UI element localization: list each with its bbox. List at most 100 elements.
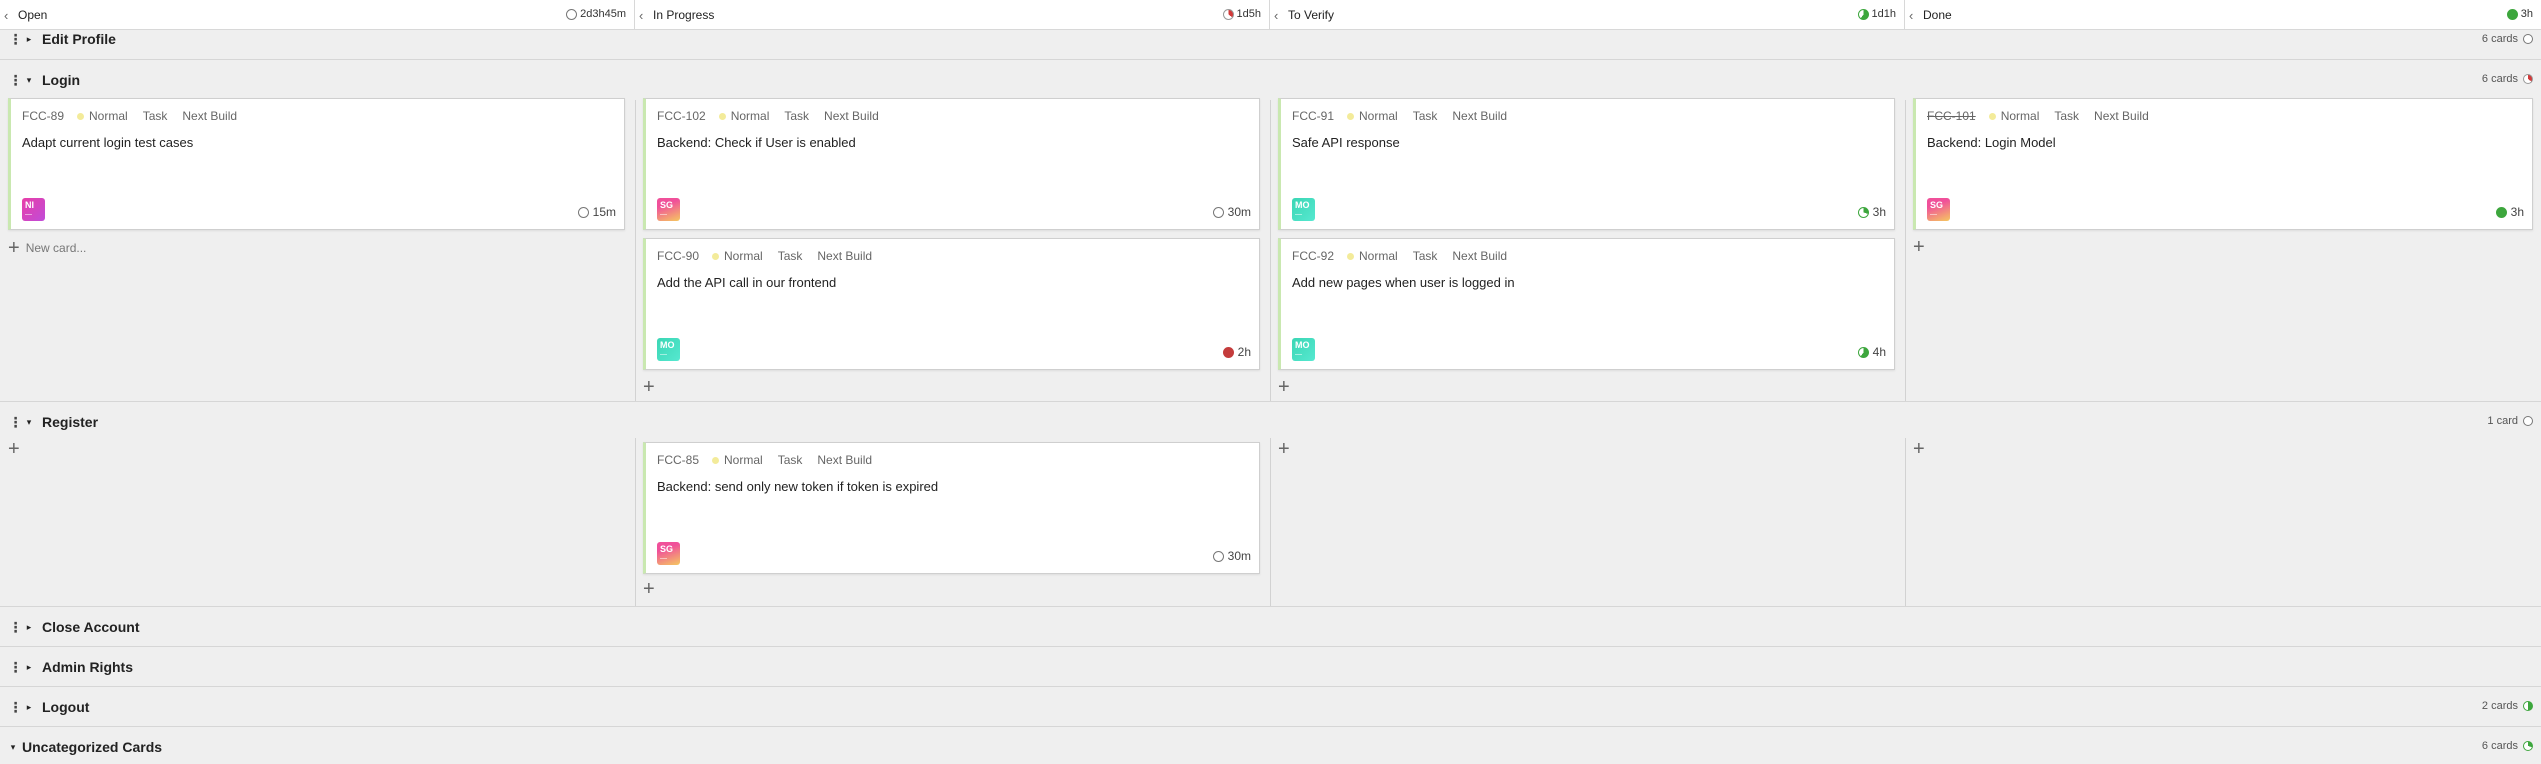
add-card-plus-icon[interactable]: + [1278, 377, 1290, 397]
card-title: Add new pages when user is logged in [1292, 275, 1515, 290]
card-count-label: 6 cards [2481, 73, 2518, 85]
card-fcc-92[interactable]: FCC-92 Normal Task Next Build Add new pa… [1278, 238, 1895, 370]
swimlane-header[interactable]: ⋮ ▸ Admin Rights [0, 647, 2541, 687]
swimlane-header[interactable]: ⋮ ▸ Logout [0, 687, 2541, 727]
add-card-plus-icon[interactable]: + [643, 579, 655, 599]
card-estimate: 15m [577, 205, 616, 219]
avatar[interactable]: MO — [1292, 198, 1315, 221]
card-sprint: Next Build [817, 249, 873, 263]
avatar[interactable]: SG — [657, 198, 680, 221]
card-sprint: Next Build [2094, 109, 2149, 123]
swimlane-header[interactable]: ⋮ ▾ Register [0, 402, 2541, 442]
estimate-value: 30m [1227, 205, 1251, 219]
card-priority: Normal [1359, 249, 1398, 263]
card-key[interactable]: FCC-92 [1292, 249, 1334, 263]
swimlane-title: Register [42, 414, 99, 430]
swimlane-header[interactable]: ▾ Uncategorized Cards [0, 727, 2541, 764]
column-title: Done [1923, 8, 1952, 22]
collapse-column-icon[interactable]: ‹ [639, 8, 653, 23]
avatar[interactable]: SG — [657, 542, 680, 565]
swimlane-header[interactable]: ⋮ ▾ Login [0, 60, 2541, 100]
card-count-label: 2 cards [2481, 700, 2518, 712]
add-card-plus-icon[interactable]: + [8, 439, 20, 459]
collapse-column-icon[interactable]: ‹ [1909, 8, 1923, 23]
new-card-button[interactable]: + New card... [8, 237, 87, 259]
card-key[interactable]: FCC-89 [22, 109, 64, 123]
progress-ring-icon [577, 206, 589, 218]
expand-icon[interactable]: ▸ [22, 622, 36, 633]
card-type: Task [1412, 109, 1438, 123]
avatar-sub-icon: — [1295, 351, 1302, 358]
add-card-plus-icon[interactable]: + [643, 377, 655, 397]
expand-icon[interactable]: ▸ [22, 702, 36, 713]
column-to-verify[interactable]: ‹ To Verify 1d1h [1270, 0, 1905, 30]
add-card-plus-icon[interactable]: + [1913, 237, 1925, 257]
column-title: Open [18, 8, 48, 22]
swimlane-close-account: ⋮ ▸ Close Account [0, 607, 2541, 647]
swimlane-header[interactable]: ⋮ ▸ Close Account [0, 607, 2541, 647]
avatar[interactable]: SG — [1927, 198, 1950, 221]
swimlane-header[interactable]: ⋮ ▸ Edit Profile [0, 30, 2541, 48]
collapse-icon[interactable]: ▾ [6, 742, 20, 753]
progress-ring-icon [2523, 741, 2533, 751]
card-fcc-90[interactable]: FCC-90 Normal Task Next Build Add the AP… [643, 238, 1260, 370]
card-type: Task [2054, 109, 2080, 123]
card-fcc-85[interactable]: FCC-85 Normal Task Next Build Backend: s… [643, 442, 1260, 574]
card-type: Task [777, 453, 803, 467]
priority-dot-icon [1347, 112, 1355, 120]
drag-handle-icon[interactable]: ⋮ [8, 31, 23, 48]
collapse-icon[interactable]: ▾ [22, 75, 36, 86]
swimlane-title: Admin Rights [42, 659, 133, 675]
avatar[interactable]: MO — [1292, 338, 1315, 361]
card-key[interactable]: FCC-102 [657, 109, 706, 123]
column-time-value: 2d3h45m [580, 8, 626, 20]
drag-handle-icon[interactable]: ⋮ [8, 699, 23, 716]
priority-dot-icon [77, 112, 85, 120]
progress-ring-icon [1857, 206, 1869, 218]
card-fcc-89[interactable]: FCC-89 Normal Task Next Build Adapt curr… [8, 98, 625, 230]
collapse-icon[interactable]: ▾ [22, 417, 36, 428]
progress-ring-icon [1212, 206, 1224, 218]
column-open[interactable]: ‹ Open 2d3h45m [0, 0, 635, 30]
card-key[interactable]: FCC-90 [657, 249, 699, 263]
progress-ring-icon [1857, 346, 1869, 358]
plus-icon: + [8, 237, 20, 259]
swimlane-admin-rights: ⋮ ▸ Admin Rights [0, 647, 2541, 687]
add-card-plus-icon[interactable]: + [1913, 439, 1925, 459]
expand-icon[interactable]: ▸ [22, 34, 36, 45]
expand-icon[interactable]: ▸ [22, 662, 36, 673]
avatar-sub-icon: — [1930, 211, 1937, 218]
card-count-label: 6 cards [2481, 33, 2518, 45]
column-in-progress[interactable]: ‹ In Progress 1d5h [635, 0, 1270, 30]
card-fcc-91[interactable]: FCC-91 Normal Task Next Build Safe API r… [1278, 98, 1895, 230]
card-estimate: 30m [1212, 205, 1251, 219]
column-divider [1905, 100, 1906, 401]
swimlane-card-count: 6 cards [2482, 740, 2533, 752]
drag-handle-icon[interactable]: ⋮ [8, 72, 23, 89]
swimlane-card-count: 6 cards [2482, 33, 2533, 45]
add-card-plus-icon[interactable]: + [1278, 439, 1290, 459]
collapse-column-icon[interactable]: ‹ [1274, 8, 1288, 23]
card-fcc-102[interactable]: FCC-102 Normal Task Next Build Backend: … [643, 98, 1260, 230]
card-key[interactable]: FCC-101 [1927, 109, 1976, 123]
avatar[interactable]: NI — [22, 198, 45, 221]
swimlane-login: ⋮ ▾ Login 6 cards FCC-89 Normal Task Nex… [0, 60, 2541, 402]
swimlane-uncategorized: ▾ Uncategorized Cards 6 cards [0, 727, 2541, 764]
card-fcc-101[interactable]: FCC-101 Normal Task Next Build Backend: … [1913, 98, 2533, 230]
column-done[interactable]: ‹ Done 3h [1905, 0, 2541, 30]
progress-ring-icon [2523, 701, 2533, 711]
collapse-column-icon[interactable]: ‹ [4, 8, 18, 23]
swimlane-card-count: 2 cards [2482, 700, 2533, 712]
column-time-value: 1d5h [1236, 8, 1261, 20]
card-key[interactable]: FCC-91 [1292, 109, 1334, 123]
drag-handle-icon[interactable]: ⋮ [8, 619, 23, 636]
new-card-label: New card... [25, 241, 87, 255]
card-key[interactable]: FCC-85 [657, 453, 699, 467]
priority-dot-icon [712, 252, 720, 260]
avatar[interactable]: MO — [657, 338, 680, 361]
column-divider [1905, 438, 1906, 606]
drag-handle-icon[interactable]: ⋮ [8, 659, 23, 676]
progress-ring-icon [2506, 8, 2518, 20]
card-type: Task [1412, 249, 1438, 263]
drag-handle-icon[interactable]: ⋮ [8, 414, 23, 431]
